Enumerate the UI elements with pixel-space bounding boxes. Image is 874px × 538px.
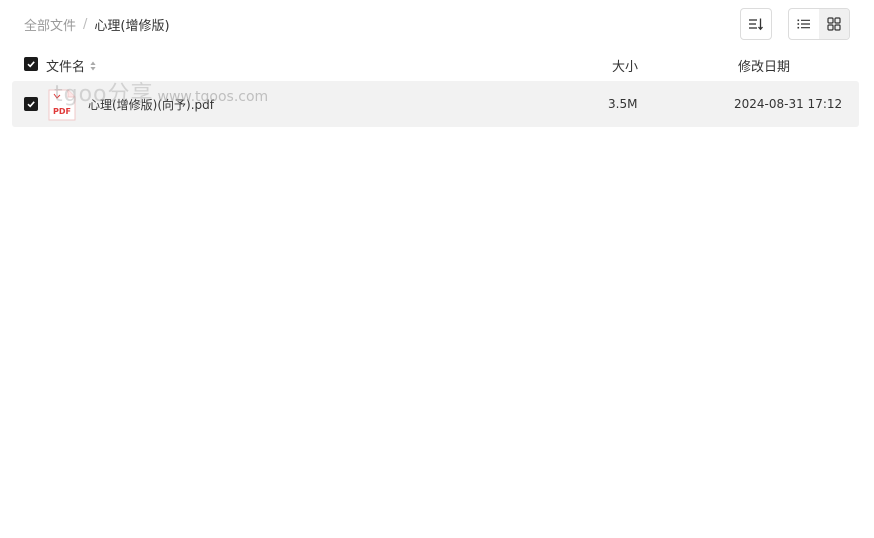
breadcrumb-root-link[interactable]: 全部文件 (24, 15, 76, 34)
breadcrumb-separator: / (83, 16, 88, 32)
column-header-name[interactable]: 文件名 (46, 56, 96, 75)
file-name[interactable]: 心理(增修版)(向予).pdf (88, 96, 214, 113)
breadcrumb: 全部文件 / 心理(增修版) (24, 14, 170, 34)
column-header-date[interactable]: 修改日期 (738, 56, 790, 75)
file-size: 3.5M (608, 97, 638, 111)
pdf-badge-text: PDF (53, 107, 71, 116)
column-header-size[interactable]: 大小 (612, 56, 638, 75)
row-checkbox[interactable] (24, 97, 38, 111)
checkmark-icon (27, 101, 35, 108)
column-header-name-label: 文件名 (46, 60, 86, 75)
list-view-icon (797, 19, 810, 29)
sort-button[interactable] (740, 8, 772, 40)
checkmark-icon (27, 61, 35, 68)
grid-view-icon (827, 17, 841, 31)
file-modified-date: 2024-08-31 17:12 (734, 97, 843, 111)
grid-view-button[interactable] (819, 9, 849, 39)
table-row[interactable]: PDF 心理(增修版)(向予).pdf 3.5M 2024-08-31 17:1… (12, 81, 859, 127)
sort-updown-icon (90, 61, 96, 71)
view-toggle (788, 8, 850, 40)
sort-icon (749, 18, 763, 31)
breadcrumb-current-folder: 心理(增修版) (94, 18, 170, 34)
table-header: 文件名 大小 修改日期 (12, 50, 859, 78)
pdf-file-icon: PDF (48, 89, 76, 121)
list-view-button[interactable] (789, 9, 819, 39)
select-all-checkbox[interactable] (24, 57, 38, 71)
file-browser: 全部文件 / 心理(增修版) 文件名 大小 修改日期 PDF 心理(增修版)(向… (0, 0, 874, 538)
